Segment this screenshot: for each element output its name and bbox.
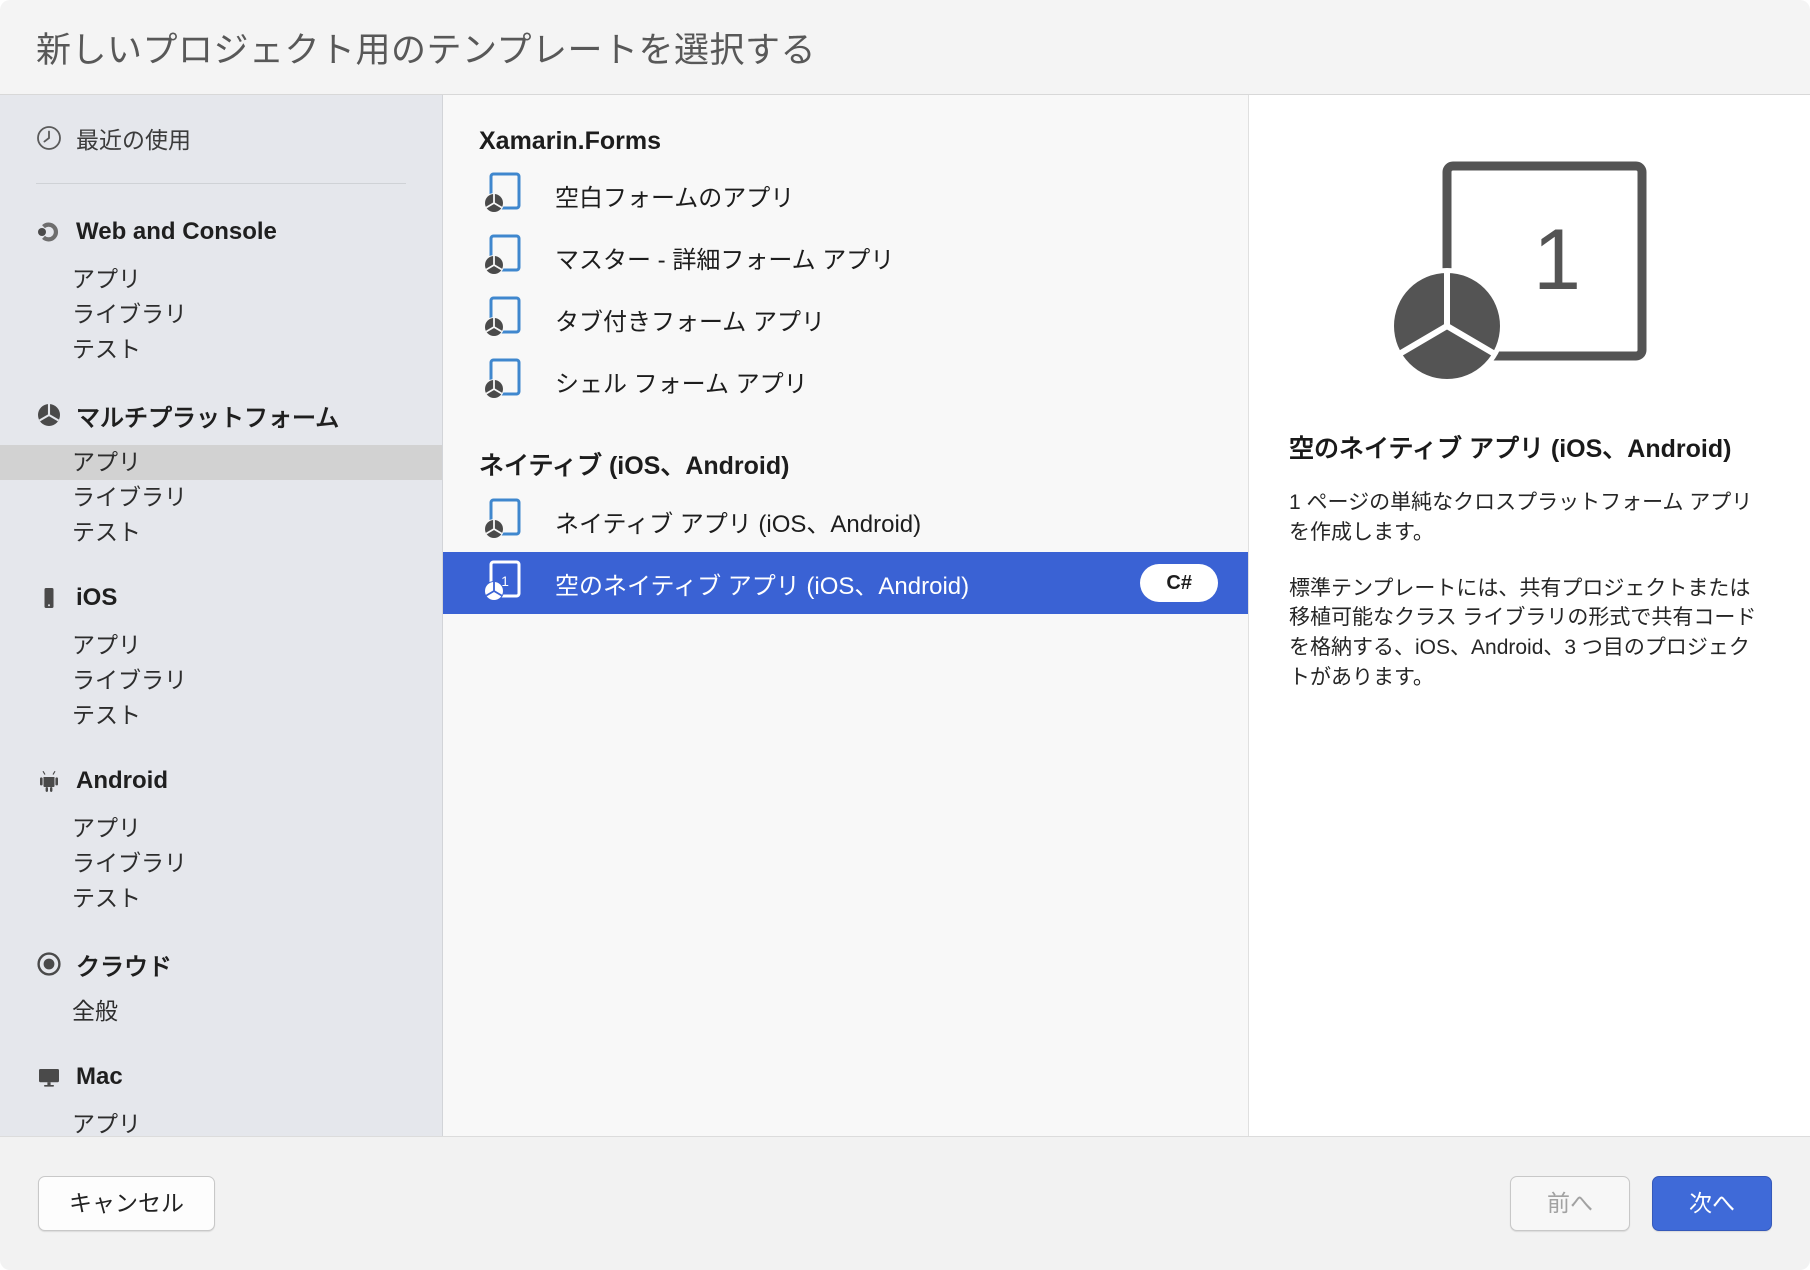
template-label: 空白フォームのアプリ <box>555 178 794 213</box>
monitor-icon <box>36 1064 62 1090</box>
sidebar-group-items: アプリ <box>0 1107 442 1136</box>
sidebar-group-multiplatform: マルチプラットフォーム アプリ ライブラリ テスト <box>0 395 442 550</box>
sidebar-group-items: アプリ ライブラリ テスト <box>0 262 442 367</box>
sidebar-item-android-test[interactable]: テスト <box>0 881 442 916</box>
sidebar-group-header-ios[interactable]: iOS <box>0 578 442 618</box>
template-row-native-app[interactable]: ネイティブ アプリ (iOS、Android) <box>443 490 1248 552</box>
sidebar-group-items: アプリ ライブラリ テスト <box>0 445 442 550</box>
template-row-tabbed-forms-app[interactable]: タブ付きフォーム アプリ <box>443 288 1248 350</box>
sidebar-group-cloud: クラウド 全般 <box>0 944 442 1029</box>
sidebar-group-items: アプリ ライブラリ テスト <box>0 628 442 733</box>
sidebar-group-header-android[interactable]: Android <box>0 761 442 801</box>
category-sidebar[interactable]: 最近の使用 Web and Console アプリ ライブラリ <box>0 95 443 1136</box>
sidebar-item-android-app[interactable]: アプリ <box>0 811 442 846</box>
template-label: シェル フォーム アプリ <box>555 364 808 399</box>
sidebar-divider <box>36 183 406 184</box>
next-button[interactable]: 次へ <box>1652 1176 1772 1231</box>
sidebar-group-header-web-and-console[interactable]: Web and Console <box>0 212 442 252</box>
forms-template-icon <box>479 170 531 220</box>
detail-paragraph-2: 標準テンプレートには、共有プロジェクトまたは移植可能なクラス ライブラリの形式で… <box>1289 574 1770 693</box>
dialog-header: 新しいプロジェクト用のテンプレートを選択する <box>0 0 1810 95</box>
sidebar-group-header-cloud[interactable]: クラウド <box>0 944 442 984</box>
sidebar-group-items: アプリ ライブラリ テスト <box>0 811 442 916</box>
single-page-template-icon: 1 <box>479 558 531 608</box>
sidebar-group-web-and-console: Web and Console アプリ ライブラリ テスト <box>0 212 442 367</box>
new-project-template-dialog: 新しいプロジェクト用のテンプレートを選択する 最近の使用 <box>0 0 1810 1270</box>
cancel-button[interactable]: キャンセル <box>38 1176 215 1231</box>
template-label: 空のネイティブ アプリ (iOS、Android) <box>555 566 969 601</box>
language-badge: C# <box>1140 564 1218 602</box>
svg-text:1: 1 <box>1533 212 1581 308</box>
sidebar-item-mac-app[interactable]: アプリ <box>0 1107 442 1136</box>
android-icon <box>36 768 62 794</box>
footer-actions: 前へ 次へ <box>1510 1176 1772 1231</box>
sidebar-group-label: マルチプラットフォーム <box>76 398 339 433</box>
previous-button[interactable]: 前へ <box>1510 1176 1630 1231</box>
template-label: ネイティブ アプリ (iOS、Android) <box>555 504 921 539</box>
template-detail-panel: 1 空のネイティブ アプリ (iOS、Android) 1 ページの単純なクロス… <box>1248 95 1810 1136</box>
sidebar-group-ios: iOS アプリ ライブラリ テスト <box>0 578 442 733</box>
sidebar-item-web-app[interactable]: アプリ <box>0 262 442 297</box>
sidebar-item-ios-library[interactable]: ライブラリ <box>0 663 442 698</box>
template-label: マスター - 詳細フォーム アプリ <box>555 240 894 275</box>
sidebar-group-label: Web and Console <box>76 218 277 246</box>
detail-title: 空のネイティブ アプリ (iOS、Android) <box>1289 433 1770 466</box>
sidebar-group-header-multiplatform[interactable]: マルチプラットフォーム <box>0 395 442 435</box>
sidebar-item-recent-label: 最近の使用 <box>76 121 191 155</box>
sidebar-group-label: Mac <box>76 1063 123 1091</box>
page-title: 新しいプロジェクト用のテンプレートを選択する <box>36 22 816 73</box>
list-section-title-native: ネイティブ (iOS、Android) <box>443 412 1248 490</box>
detail-paragraph-1: 1 ページの単純なクロスプラットフォーム アプリを作成します。 <box>1289 488 1770 548</box>
sidebar-group-android: Android アプリ ライブラリ テスト <box>0 761 442 916</box>
template-row-shell-forms-app[interactable]: シェル フォーム アプリ <box>443 350 1248 412</box>
template-row-master-detail-forms-app[interactable]: マスター - 詳細フォーム アプリ <box>443 226 1248 288</box>
template-list[interactable]: Xamarin.Forms 空白フォームのアプリ <box>443 95 1248 1136</box>
template-row-blank-forms-app[interactable]: 空白フォームのアプリ <box>443 164 1248 226</box>
dialog-footer: キャンセル 前へ 次へ <box>0 1136 1810 1270</box>
template-label: タブ付きフォーム アプリ <box>555 302 825 337</box>
sidebar-group-header-mac[interactable]: Mac <box>0 1057 442 1097</box>
sidebar-item-ios-app[interactable]: アプリ <box>0 628 442 663</box>
sidebar-group-label: Android <box>76 767 168 795</box>
template-preview-art: 1 <box>1289 151 1770 391</box>
sidebar-group-items: 全般 <box>0 994 442 1029</box>
list-section-title-xamarin-forms: Xamarin.Forms <box>443 113 1248 164</box>
forms-template-icon <box>479 496 531 546</box>
template-row-blank-native-app[interactable]: 1 空のネイティブ アプリ (iOS、Android) C# <box>443 552 1248 614</box>
iphone-icon <box>36 585 62 611</box>
dotnet-console-icon <box>36 219 62 245</box>
sidebar-item-multiplatform-test[interactable]: テスト <box>0 515 442 550</box>
sidebar-item-android-library[interactable]: ライブラリ <box>0 846 442 881</box>
sidebar-item-web-test[interactable]: テスト <box>0 332 442 367</box>
sidebar-item-ios-test[interactable]: テスト <box>0 698 442 733</box>
sidebar-item-multiplatform-library[interactable]: ライブラリ <box>0 480 442 515</box>
forms-template-icon <box>479 294 531 344</box>
sidebar-group-mac: Mac アプリ <box>0 1057 442 1136</box>
forms-template-icon <box>479 356 531 406</box>
dialog-body: 最近の使用 Web and Console アプリ ライブラリ <box>0 95 1810 1136</box>
sidebar-group-label: iOS <box>76 584 117 612</box>
history-clock-icon <box>36 125 62 151</box>
sidebar-item-recent[interactable]: 最近の使用 <box>0 113 442 163</box>
sidebar-group-label: クラウド <box>76 947 172 982</box>
cloud-target-icon <box>36 951 62 977</box>
forms-template-icon <box>479 232 531 282</box>
sidebar-item-cloud-general[interactable]: 全般 <box>0 994 442 1029</box>
single-page-preview-icon: 1 <box>1385 154 1675 389</box>
sidebar-item-multiplatform-app[interactable]: アプリ <box>0 445 442 480</box>
sidebar-item-web-library[interactable]: ライブラリ <box>0 297 442 332</box>
multiplatform-icon <box>36 402 62 428</box>
